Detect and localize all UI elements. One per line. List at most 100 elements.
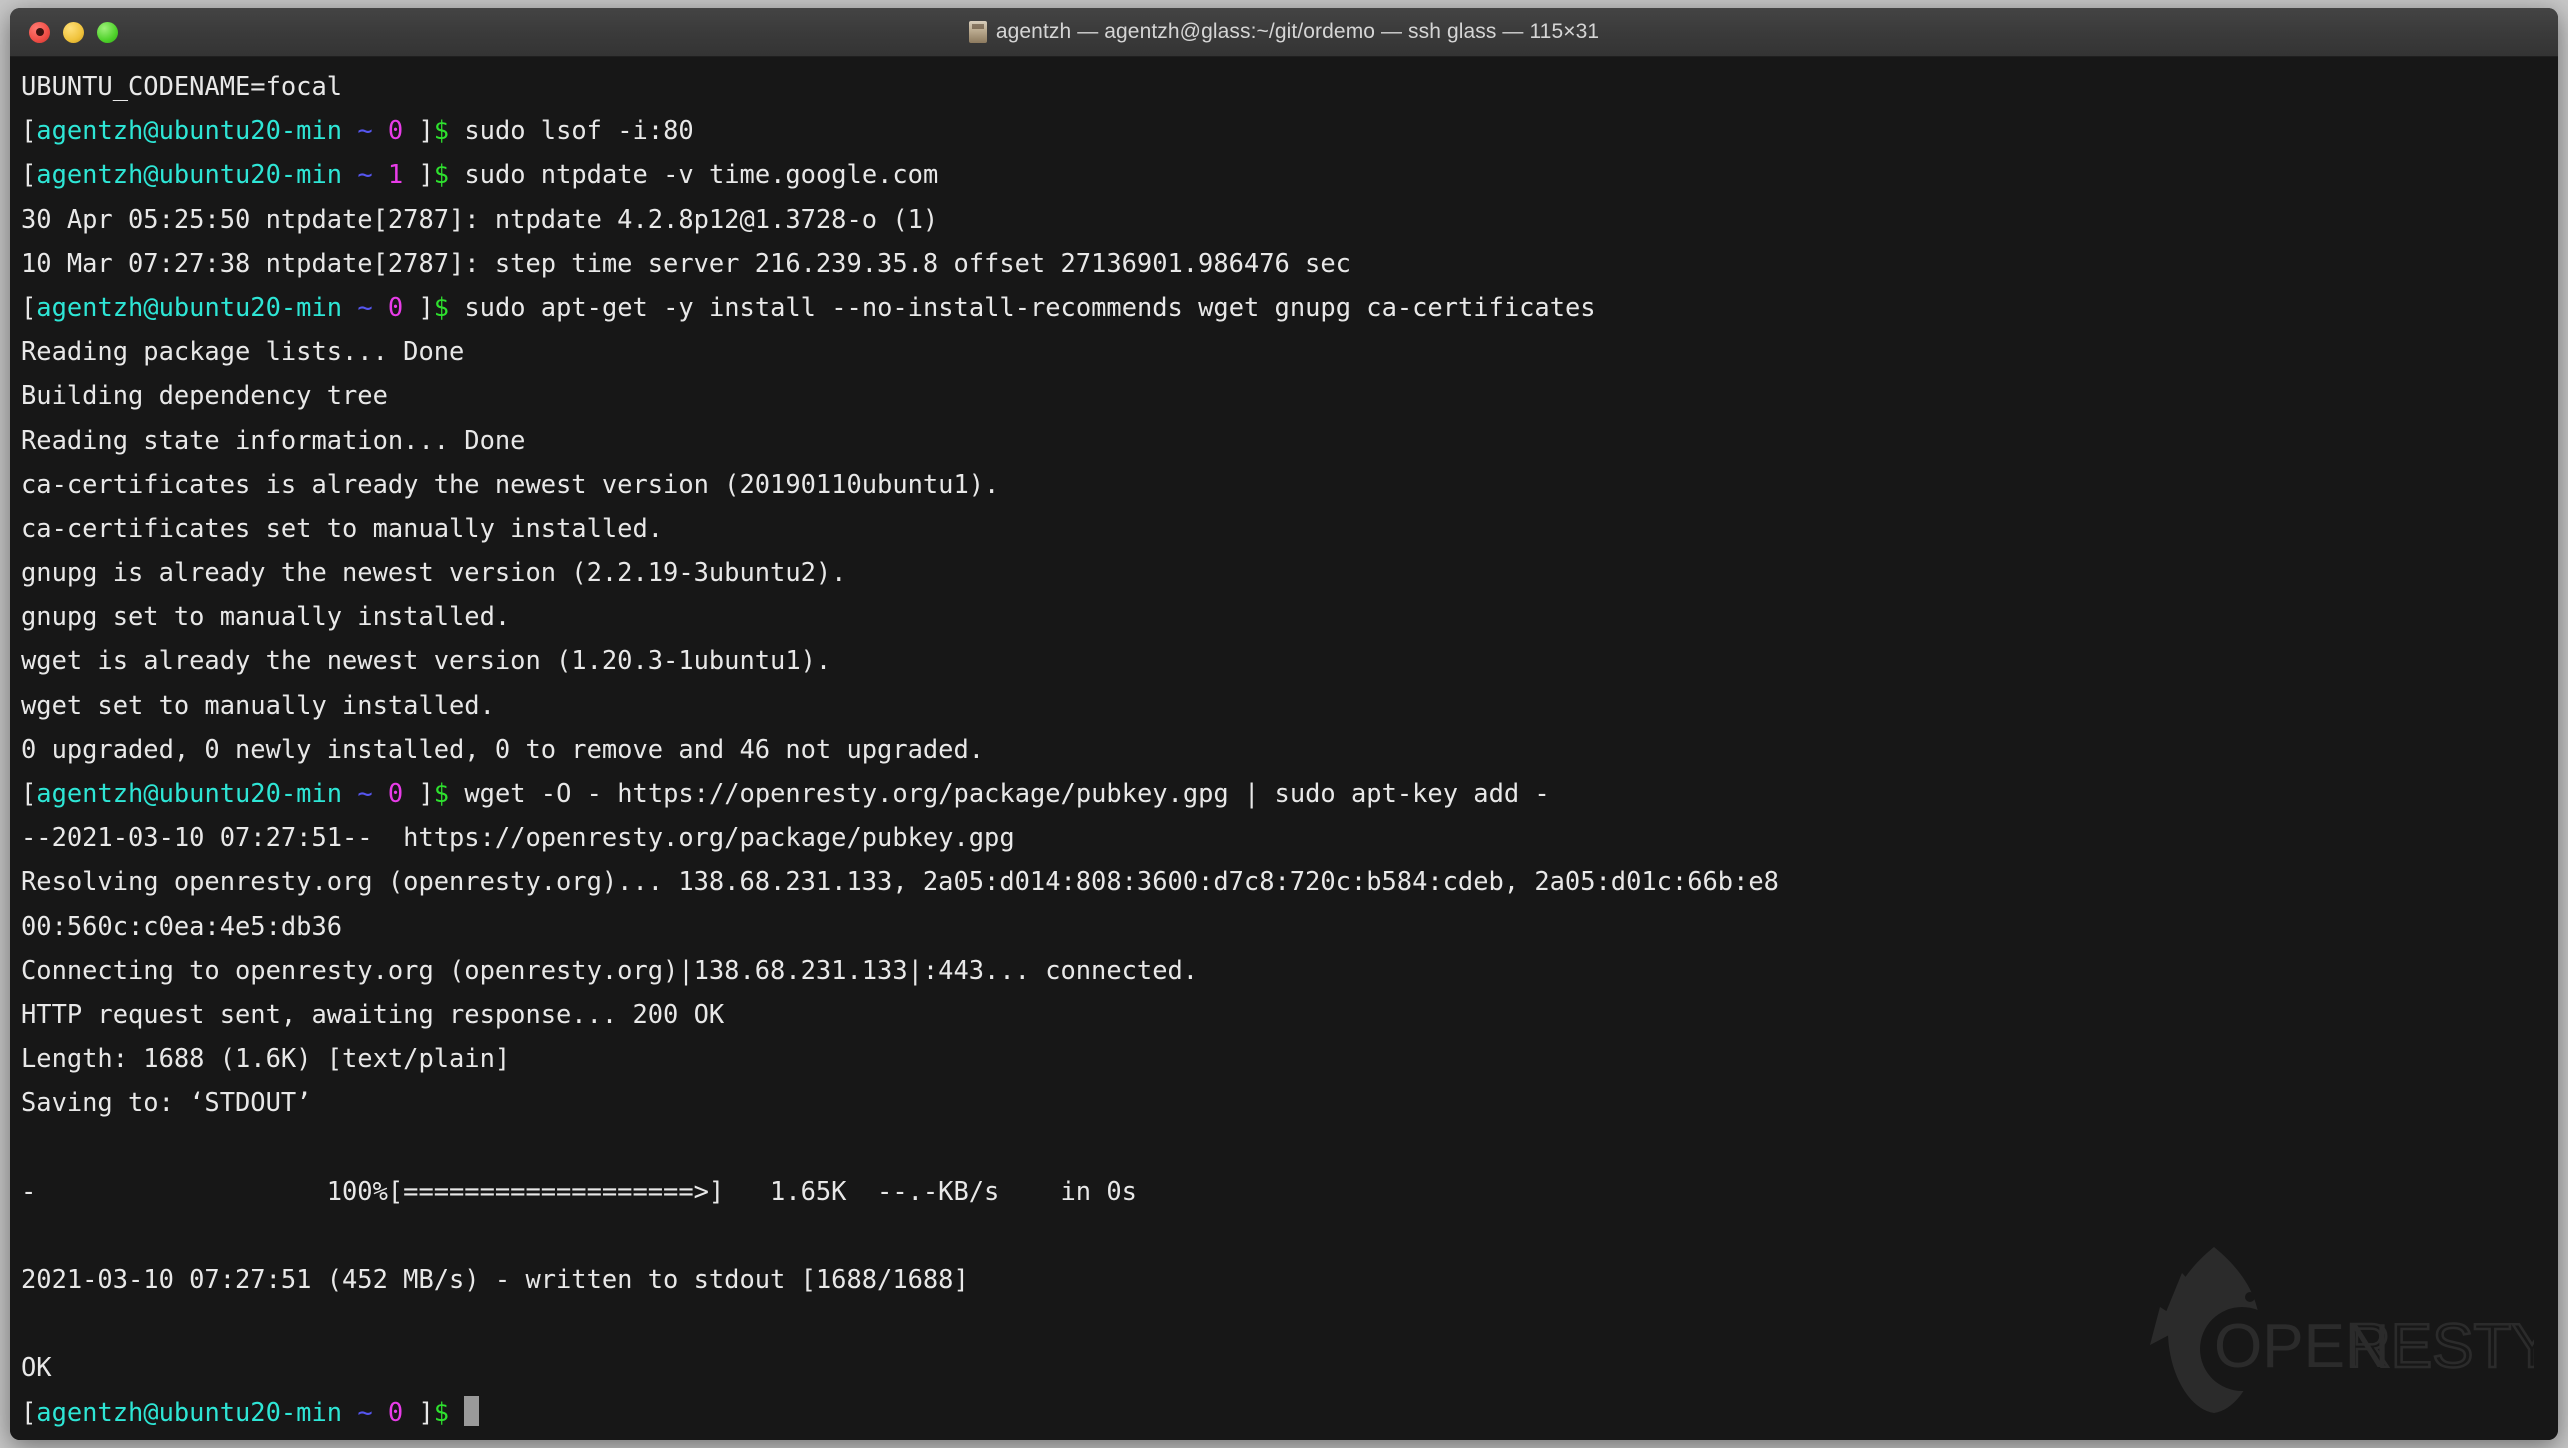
terminal-output-line: - 100%[===================>] 1.65K --.-K… <box>21 1169 2558 1213</box>
output-text: Connecting to openresty.org (openresty.o… <box>21 954 1199 985</box>
prompt-userhost: agentzh@ubuntu20-min <box>36 115 343 146</box>
terminal-output-line: HTTP request sent, awaiting response... … <box>21 992 2558 1036</box>
terminal-output-line: Connecting to openresty.org (openresty.o… <box>21 948 2558 992</box>
folder-terminal-icon <box>968 21 987 43</box>
prompt-userhost: agentzh@ubuntu20-min <box>36 1396 343 1427</box>
output-text: 10 Mar 07:27:38 ntpdate[2787]: step time… <box>21 247 1351 278</box>
window-titlebar[interactable]: agentzh — agentzh@glass:~/git/ordemo — s… <box>10 8 2558 57</box>
prompt-userhost: agentzh@ubuntu20-min <box>36 291 343 322</box>
prompt-sigil: $ <box>433 159 450 190</box>
prompt-close-bracket: ] <box>403 778 434 808</box>
window-controls <box>29 21 118 43</box>
prompt-open-bracket: [ <box>21 159 37 190</box>
prompt-exit-status: 0 <box>387 115 404 146</box>
output-text: ca-certificates is already the newest ve… <box>21 468 1000 499</box>
terminal-output-line: gnupg is already the newest version (2.2… <box>21 550 2558 594</box>
prompt-cwd: ~ <box>357 778 373 808</box>
window-title-group: agentzh — agentzh@glass:~/git/ordemo — s… <box>10 8 2558 56</box>
output-text: Length: 1688 (1.6K) [text/plain] <box>21 1043 511 1074</box>
prompt-exit-status: 1 <box>387 159 404 190</box>
terminal-output-line: 0 upgraded, 0 newly installed, 0 to remo… <box>21 727 2558 771</box>
output-text: 0 upgraded, 0 newly installed, 0 to remo… <box>21 733 985 764</box>
terminal-prompt-line: [agentzh@ubuntu20-min ~ 0 ]$ <box>21 1390 2558 1434</box>
prompt-sigil: $ <box>433 778 450 808</box>
prompt-sigil: $ <box>433 291 450 322</box>
prompt-command: wget -O - https://openresty.org/package/… <box>449 778 1550 808</box>
output-text: UBUNTU_CODENAME=focal <box>21 71 343 101</box>
prompt-command <box>449 1397 464 1427</box>
terminal-prompt-line: [agentzh@ubuntu20-min ~ 0 ]$ sudo lsof -… <box>21 108 2558 152</box>
output-text: Saving to: ‘STDOUT’ <box>21 1087 312 1118</box>
zoom-button[interactable] <box>97 21 118 43</box>
terminal-output-line: gnupg set to manually installed. <box>21 594 2558 638</box>
minimize-button[interactable] <box>63 21 84 43</box>
prompt-close-bracket: ] <box>403 115 434 146</box>
output-text: 00:560c:c0ea:4e5:db36 <box>21 910 343 941</box>
output-text: OK <box>21 1352 52 1383</box>
terminal-prompt-line: [agentzh@ubuntu20-min ~ 0 ]$ sudo apt-ge… <box>21 285 2558 329</box>
prompt-cwd: ~ <box>357 1396 373 1427</box>
prompt-userhost: agentzh@ubuntu20-min <box>36 159 343 190</box>
terminal-output-line: 00:560c:c0ea:4e5:db36 <box>21 904 2558 948</box>
prompt-command: sudo lsof -i:80 <box>449 115 694 146</box>
output-text: - 100%[===================>] 1.65K --.-K… <box>21 1175 1137 1206</box>
output-text: 30 Apr 05:25:50 ntpdate[2787]: ntpdate 4… <box>21 203 939 234</box>
prompt-sigil: $ <box>433 115 450 146</box>
text-cursor <box>464 1395 480 1426</box>
terminal-output-line: 10 Mar 07:27:38 ntpdate[2787]: step time… <box>21 241 2558 285</box>
prompt-sigil: $ <box>433 1396 450 1427</box>
terminal-output-line: Reading state information... Done <box>21 418 2558 462</box>
prompt-close-bracket: ] <box>403 291 434 322</box>
output-text: --2021-03-10 07:27:51-- https://openrest… <box>21 822 1015 853</box>
prompt-exit-status: 0 <box>387 1396 404 1427</box>
prompt-close-bracket: ] <box>403 1396 434 1427</box>
terminal-output-line: ca-certificates is already the newest ve… <box>21 462 2558 506</box>
prompt-cwd: ~ <box>357 159 373 190</box>
output-text: 2021-03-10 07:27:51 (452 MB/s) - written… <box>21 1264 969 1295</box>
prompt-exit-status: 0 <box>387 291 404 322</box>
prompt-command: sudo apt-get -y install --no-install-rec… <box>449 291 1596 322</box>
prompt-close-bracket: ] <box>403 159 434 190</box>
output-text: gnupg set to manually installed. <box>21 601 511 632</box>
window-title: agentzh — agentzh@glass:~/git/ordemo — s… <box>995 20 1600 43</box>
terminal-output-line: 2021-03-10 07:27:51 (452 MB/s) - written… <box>21 1257 2558 1301</box>
terminal-output-line: Resolving openresty.org (openresty.org).… <box>21 859 2558 903</box>
terminal-output-line: --2021-03-10 07:27:51-- https://openrest… <box>21 815 2558 859</box>
output-text: HTTP request sent, awaiting response... … <box>21 998 725 1029</box>
terminal-output-line: Building dependency tree <box>21 373 2558 417</box>
terminal-output-line: UBUNTU_CODENAME=focal <box>21 64 2558 108</box>
terminal-output-line: 30 Apr 05:25:50 ntpdate[2787]: ntpdate 4… <box>21 197 2558 241</box>
prompt-open-bracket: [ <box>21 115 37 146</box>
prompt-cwd: ~ <box>357 115 373 146</box>
prompt-userhost: agentzh@ubuntu20-min <box>36 778 343 808</box>
prompt-open-bracket: [ <box>21 778 37 808</box>
terminal-prompt-line: [agentzh@ubuntu20-min ~ 1 ]$ sudo ntpdat… <box>21 152 2558 196</box>
close-button[interactable] <box>29 21 50 43</box>
output-text: Reading state information... Done <box>21 424 526 455</box>
terminal-output-line: Length: 1688 (1.6K) [text/plain] <box>21 1036 2558 1080</box>
prompt-cwd: ~ <box>357 291 373 322</box>
terminal-screen[interactable]: OPEN RESTY UBUNTU_CODENAME=focal [agentzh… <box>10 57 2558 1440</box>
terminal-output[interactable]: UBUNTU_CODENAME=focal [agentzh@ubuntu20-m… <box>10 57 2558 1434</box>
prompt-command: sudo ntpdate -v time.google.com <box>449 159 939 190</box>
terminal-prompt-line: [agentzh@ubuntu20-min ~ 0 ]$ wget -O - h… <box>21 771 2558 815</box>
terminal-output-line: Saving to: ‘STDOUT’ <box>21 1080 2558 1124</box>
prompt-open-bracket: [ <box>21 1396 37 1427</box>
output-text: Resolving openresty.org (openresty.org).… <box>21 866 1779 897</box>
terminal-output-line: ca-certificates set to manually installe… <box>21 506 2558 550</box>
output-text: ca-certificates set to manually installe… <box>21 512 664 543</box>
terminal-window: agentzh — agentzh@glass:~/git/ordemo — s… <box>10 8 2558 1440</box>
